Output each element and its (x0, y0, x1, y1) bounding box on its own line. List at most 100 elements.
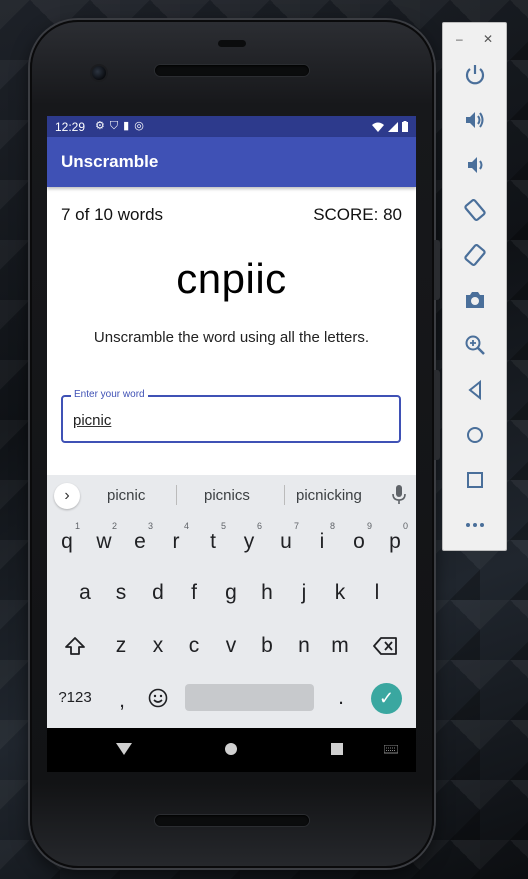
instructions-text: Unscramble the word using all the letter… (93, 329, 370, 346)
chevron-right-icon[interactable]: › (54, 483, 80, 509)
game-content: 7 of 10 words SCORE: 80 cnpiic Unscrambl… (47, 187, 416, 475)
suggestion-divider (176, 485, 177, 505)
soft-keyboard: › picnic picnics picnicking q1 w2 e3 r4 … (47, 475, 416, 728)
keyboard-switch-icon[interactable] (384, 745, 398, 754)
key-v[interactable]: v (216, 628, 246, 664)
key-w[interactable]: w2 (89, 521, 119, 560)
overview-icon[interactable] (463, 468, 487, 492)
key-r-number: 4 (183, 521, 189, 531)
key-f[interactable]: f (179, 575, 209, 611)
symbols-key[interactable]: ?123 (55, 680, 95, 716)
backspace-icon[interactable] (373, 637, 398, 655)
key-r-label: r (172, 530, 180, 553)
key-s[interactable]: s (106, 575, 136, 611)
key-w-label: w (96, 530, 112, 553)
key-c[interactable]: c (179, 628, 209, 664)
key-a[interactable]: a (70, 575, 100, 611)
scrambled-word: cnpiic (176, 255, 287, 302)
key-l[interactable]: l (362, 575, 392, 611)
key-q[interactable]: q1 (52, 521, 82, 560)
key-p-label: p (389, 530, 401, 553)
key-g[interactable]: g (216, 575, 246, 611)
emoji-icon[interactable] (148, 688, 168, 708)
key-o[interactable]: o9 (344, 522, 374, 560)
home-icon[interactable] (224, 742, 238, 756)
key-i-number: 8 (329, 521, 335, 531)
key-i[interactable]: i8 (307, 521, 337, 560)
minimize-icon[interactable]: – (456, 32, 463, 46)
wifi-icon (372, 122, 384, 132)
key-e[interactable]: e3 (125, 521, 155, 560)
rotate-right-icon[interactable] (463, 243, 487, 267)
key-w-number: 2 (111, 521, 117, 531)
suggestion-1[interactable]: picnic (107, 487, 145, 504)
key-j[interactable]: j (289, 575, 319, 611)
status-time: 12:29 (55, 119, 86, 134)
signal-icon (388, 121, 398, 132)
suggestion-2[interactable]: picnics (204, 487, 250, 504)
key-b[interactable]: b (252, 628, 282, 664)
key-p-number: 0 (402, 521, 408, 531)
recents-icon[interactable] (330, 742, 344, 756)
key-h[interactable]: h (252, 575, 282, 611)
key-q-label: q (61, 530, 73, 553)
key-p[interactable]: p0 (380, 521, 410, 560)
suggestion-3[interactable]: picnicking (296, 487, 362, 504)
key-m[interactable]: m (325, 628, 355, 664)
key-u[interactable]: u7 (271, 521, 301, 560)
key-n[interactable]: n (289, 628, 319, 664)
status-bar: 12:29 ⚙ ⛉ ▮ ◎ (47, 116, 416, 137)
key-r[interactable]: r4 (161, 521, 191, 560)
bottom-speaker (155, 815, 309, 826)
zoom-icon[interactable] (463, 333, 487, 357)
microphone-icon[interactable] (392, 485, 406, 505)
more-icon[interactable] (463, 513, 487, 537)
enter-key[interactable]: ✓ (371, 683, 402, 714)
device-screen: 12:29 ⚙ ⛉ ▮ ◎ Unscramble 7 of 10 words S… (47, 116, 416, 728)
volume-down-icon[interactable] (463, 153, 487, 177)
key-d[interactable]: d (143, 575, 173, 611)
key-y-label: y (243, 530, 255, 553)
check-icon: ✓ (378, 688, 395, 708)
back-icon[interactable] (463, 378, 487, 402)
key-e-number: 3 (147, 521, 153, 531)
power-icon[interactable] (463, 63, 487, 87)
shift-icon[interactable] (64, 636, 86, 656)
word-input-field[interactable]: Enter your word picnic (61, 389, 401, 443)
home-icon[interactable] (463, 423, 487, 447)
shield-icon: ⛉ (109, 120, 119, 132)
key-e-label: e (134, 530, 146, 553)
key-k[interactable]: k (325, 575, 355, 611)
key-y[interactable]: y6 (234, 522, 264, 560)
period-key[interactable]: . (326, 680, 356, 716)
suggestion-divider (284, 485, 285, 505)
top-notch (218, 40, 246, 47)
score: SCORE: 80 (313, 205, 402, 224)
rotate-left-icon[interactable] (463, 198, 487, 222)
power-side-button (434, 370, 440, 460)
camera-icon[interactable] (463, 288, 487, 312)
app-title: Unscramble (61, 152, 159, 171)
key-x[interactable]: x (143, 628, 173, 664)
key-z[interactable]: z (106, 628, 136, 664)
top-speaker (155, 65, 309, 76)
word-input-value[interactable]: picnic (73, 412, 111, 429)
key-t-number: 5 (220, 521, 226, 531)
key-q-number: 1 (74, 521, 80, 531)
key-o-label: o (353, 530, 365, 553)
front-camera (92, 66, 106, 80)
battery-icon (402, 121, 408, 132)
close-icon[interactable]: ✕ (483, 32, 493, 46)
data-saver-icon: ◎ (134, 120, 144, 132)
key-t[interactable]: t5 (198, 521, 228, 560)
comma-key[interactable]: , (107, 683, 137, 719)
key-u-label: u (280, 530, 292, 553)
word-count: 7 of 10 words (61, 205, 164, 224)
space-key[interactable] (185, 684, 314, 711)
key-row-3: z x c v b n m (47, 628, 416, 664)
key-t-label: t (210, 530, 216, 553)
app-bar: Unscramble (47, 137, 416, 187)
key-u-number: 7 (293, 521, 299, 531)
back-icon[interactable] (115, 742, 133, 756)
volume-up-icon[interactable] (463, 108, 487, 132)
